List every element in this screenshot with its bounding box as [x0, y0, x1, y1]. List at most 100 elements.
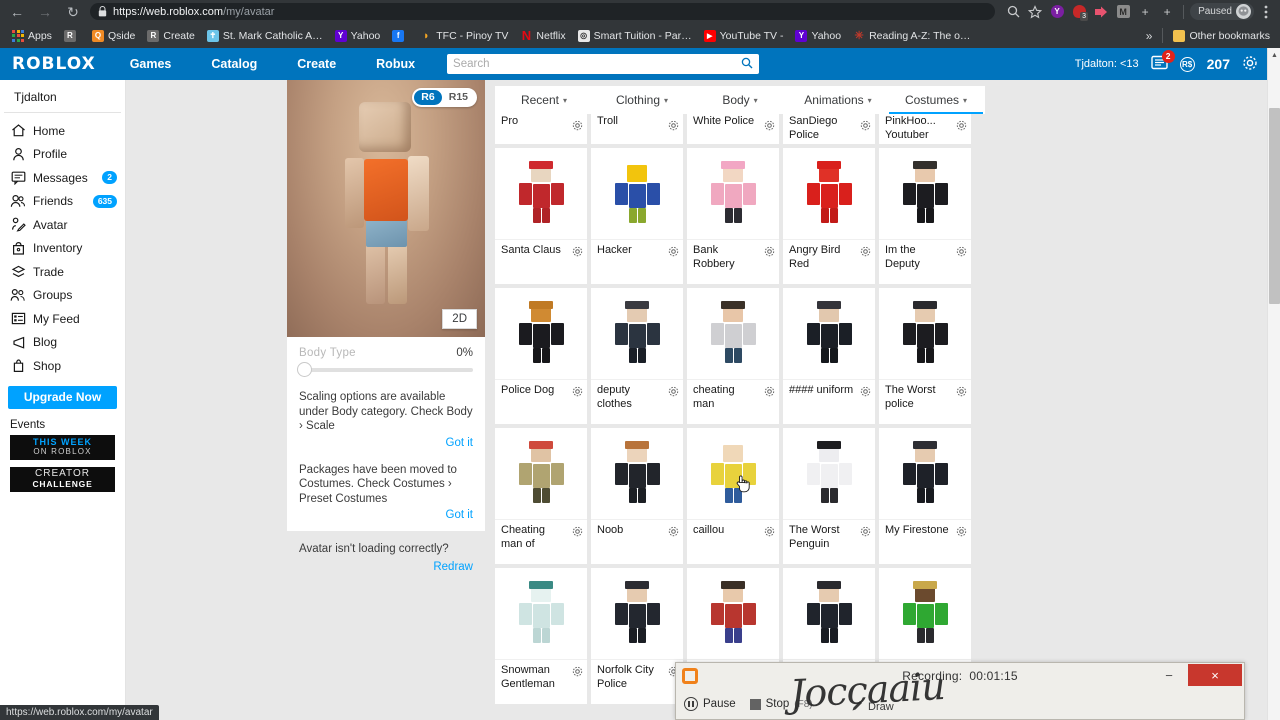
got-it-button[interactable]: Got it	[299, 434, 473, 449]
nav-catalog[interactable]: Catalog	[191, 57, 277, 71]
body-type-slider[interactable]	[297, 362, 473, 377]
robux-icon[interactable]: R$	[1179, 56, 1195, 72]
extension-red-icon[interactable]: 3	[1069, 2, 1089, 22]
new-tab-icon[interactable]: +	[1157, 2, 1177, 22]
view-2d-button[interactable]: 2D	[442, 309, 477, 329]
username-label[interactable]: Tjdalton: <13	[1075, 58, 1139, 70]
bookmark-roblox-1[interactable]: R	[58, 28, 86, 44]
avatar-3d-viewport[interactable]: R6 R15 2D	[287, 80, 485, 337]
sidebar-item-messages[interactable]: Messages 2	[0, 166, 125, 190]
minimize-button[interactable]: −	[1156, 665, 1182, 685]
scroll-up-arrow[interactable]: ▲	[1268, 49, 1280, 61]
costume-cell[interactable]: Snowman Gentleman	[495, 568, 587, 704]
promo-creator-challenge[interactable]: CREATOR CHALLENGE	[10, 466, 115, 492]
gear-icon[interactable]	[572, 524, 583, 537]
sidebar-item-home[interactable]: Home	[0, 119, 125, 143]
slider-handle[interactable]	[297, 362, 312, 377]
promo-this-week[interactable]: THIS WEEK ON ROBLOX	[10, 434, 115, 460]
nav-games[interactable]: Games	[110, 57, 192, 71]
address-bar[interactable]: https://web.roblox.com/my/avatar	[90, 3, 996, 20]
gear-icon[interactable]	[668, 118, 679, 131]
costume-cell[interactable]: Pro	[495, 114, 587, 144]
costume-cell[interactable]: Hacker	[591, 148, 683, 284]
sidebar-item-inventory[interactable]: Inventory	[0, 237, 125, 261]
bookmark-reading-az[interactable]: ✳ Reading A-Z: The o…	[847, 28, 976, 44]
bookmark-star-icon[interactable]	[1025, 2, 1045, 22]
costume-cell[interactable]: Bank Robbery	[687, 148, 779, 284]
sidebar-item-groups[interactable]: Groups	[0, 284, 125, 308]
bookmark-yahoo-2[interactable]: Y Yahoo	[789, 28, 847, 44]
nav-create[interactable]: Create	[277, 57, 356, 71]
gear-icon[interactable]	[668, 524, 679, 537]
robux-amount[interactable]: 207	[1207, 56, 1230, 72]
forward-button[interactable]: →	[34, 1, 56, 23]
gear-icon[interactable]	[668, 384, 679, 397]
other-bookmarks-folder[interactable]: Other bookmarks	[1167, 28, 1276, 44]
rig-r15-option[interactable]: R15	[442, 90, 475, 105]
bookmarks-overflow-button[interactable]: »	[1140, 29, 1159, 43]
costume-cell[interactable]: Troll	[591, 114, 683, 144]
gear-icon[interactable]	[572, 384, 583, 397]
costume-cell[interactable]: The Worst Penguin	[783, 428, 875, 564]
messages-icon[interactable]: 2	[1150, 49, 1175, 74]
gear-icon[interactable]	[860, 244, 871, 257]
bookmark-st-mark[interactable]: ✝ St. Mark Catholic A…	[201, 28, 329, 44]
extension-gmail-icon[interactable]: M	[1113, 2, 1133, 22]
sidebar-item-blog[interactable]: Blog	[0, 331, 125, 355]
close-icon[interactable]: ×	[1188, 664, 1242, 686]
tab-animations[interactable]: Animations ▾	[789, 86, 887, 114]
tab-recent[interactable]: Recent ▾	[495, 86, 593, 114]
rig-r6-option[interactable]: R6	[414, 90, 442, 105]
upgrade-now-button[interactable]: Upgrade Now	[8, 385, 117, 409]
search-icon[interactable]	[1003, 2, 1023, 22]
sidebar-item-trade[interactable]: Trade	[0, 260, 125, 284]
pause-button[interactable]: Pause	[684, 697, 736, 711]
draw-button[interactable]: Draw	[851, 699, 894, 715]
costume-cell[interactable]: #### uniform	[783, 288, 875, 424]
extension-arrow-icon[interactable]	[1091, 2, 1111, 22]
gear-icon[interactable]	[572, 664, 583, 677]
gear-icon[interactable]	[764, 244, 775, 257]
bookmark-tfc[interactable]: ◗ TFC - Pinoy TV	[414, 28, 514, 44]
sidebar-item-my-feed[interactable]: My Feed	[0, 307, 125, 331]
gear-icon[interactable]	[860, 118, 871, 131]
gear-icon[interactable]	[1242, 55, 1258, 74]
rig-type-toggle[interactable]: R6 R15	[412, 88, 477, 107]
gear-icon[interactable]	[572, 118, 583, 131]
sidebar-item-friends[interactable]: Friends 635	[0, 190, 125, 214]
gear-icon[interactable]	[764, 384, 775, 397]
gear-icon[interactable]	[956, 384, 967, 397]
add-icon[interactable]: +	[1135, 2, 1155, 22]
stop-button[interactable]: Stop (F8)	[749, 698, 813, 710]
scrollbar-thumb[interactable]	[1269, 108, 1280, 304]
costume-cell[interactable]: White Police	[687, 114, 779, 144]
bookmark-create[interactable]: R Create	[141, 28, 201, 44]
page-scrollbar[interactable]: ▲	[1267, 48, 1280, 720]
gear-icon[interactable]	[860, 524, 871, 537]
got-it-button[interactable]: Got it	[299, 506, 473, 521]
costume-cell[interactable]: PinkHoo... Youtuber	[879, 114, 971, 144]
tab-costumes[interactable]: Costumes ▾	[887, 86, 985, 114]
redraw-button[interactable]: Redraw	[299, 555, 473, 573]
costume-cell[interactable]: SanDiego Police	[783, 114, 875, 144]
gear-icon[interactable]	[956, 244, 967, 257]
bookmark-facebook[interactable]: f	[386, 28, 414, 44]
sidebar-item-shop[interactable]: Shop	[0, 354, 125, 378]
tab-clothing[interactable]: Clothing ▾	[593, 86, 691, 114]
search-input[interactable]: Search	[447, 54, 760, 74]
sidebar-item-avatar[interactable]: Avatar	[0, 213, 125, 237]
roblox-logo[interactable]: ROBLOX	[0, 54, 110, 74]
bookmark-smart-tuition[interactable]: ◎ Smart Tuition - Par…	[572, 28, 698, 44]
reload-button[interactable]: ↻	[62, 1, 84, 23]
costume-cell[interactable]: caillou	[687, 428, 779, 564]
costume-cell[interactable]: Police Dog	[495, 288, 587, 424]
costume-grid-scroll[interactable]: Pro Troll White Police SanDiego Police PinkH…	[495, 114, 985, 720]
costume-cell[interactable]: Norfolk City Police	[591, 568, 683, 704]
bookmark-qside[interactable]: Q Qside	[86, 28, 141, 44]
tab-body[interactable]: Body ▾	[691, 86, 789, 114]
costume-cell[interactable]: Im the Deputy	[879, 148, 971, 284]
search-icon[interactable]	[741, 57, 753, 72]
kebab-menu-icon[interactable]	[1256, 2, 1276, 22]
gear-icon[interactable]	[764, 524, 775, 537]
gear-icon[interactable]	[764, 118, 775, 131]
